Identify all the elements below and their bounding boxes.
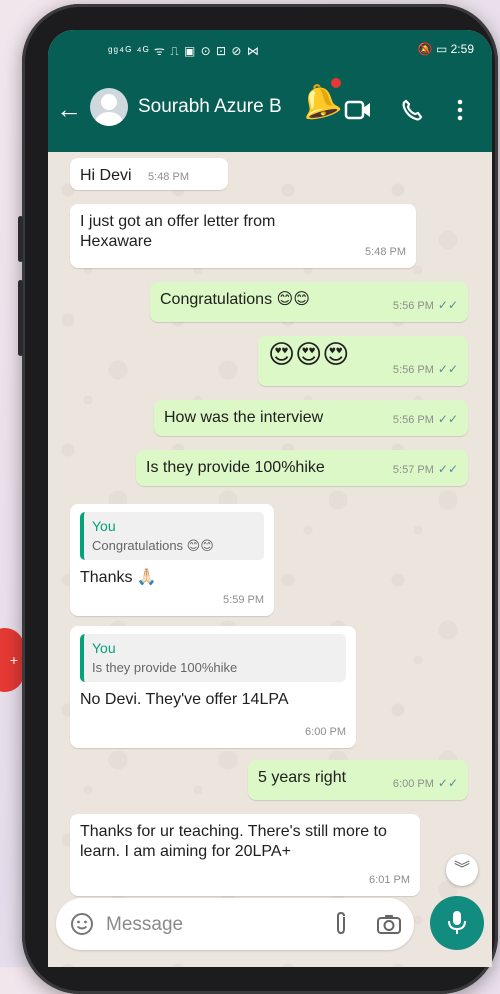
side-float-button[interactable]: + — [0, 628, 24, 692]
nav-recents-icon[interactable]: □ — [354, 962, 366, 967]
message-bubble-outgoing[interactable]: Congratulations 😊😊 5:56 PM ✓✓ — [150, 282, 468, 322]
more-options-icon[interactable] — [456, 98, 464, 122]
message-time: 6:00 PM — [305, 726, 346, 738]
message-text: No Devi. They've offer 14LPA — [80, 691, 289, 708]
message-text: 5 years right — [258, 769, 347, 786]
message-time: 5:56 PM — [392, 414, 434, 426]
quote-text: Congratulations 😊😊 — [92, 538, 214, 553]
message-text: 😍😍😍 — [268, 339, 350, 369]
message-composer[interactable] — [56, 898, 414, 950]
message-text: How was the interview — [164, 409, 324, 426]
attach-paperclip-icon[interactable] — [332, 911, 350, 937]
chat-area[interactable]: Hi Devi 5:48 PM I just got an offer lett… — [48, 152, 492, 896]
microphone-icon — [448, 911, 466, 934]
message-bubble-incoming-reply[interactable]: You Congratulations 😊😊 Thanks 🙏🏻 5:59 PM — [70, 504, 274, 616]
system-nav-bar: ◁ ○ □ — [48, 962, 492, 967]
message-text: Hi Devi — [80, 167, 132, 184]
message-text: Is they provide 100%hike — [146, 459, 325, 476]
message-time: 5:56 PM — [392, 364, 434, 376]
status-battery-time: 🔕 ▭ 2:59 — [417, 42, 474, 56]
message-bubble-incoming-reply[interactable]: You Is they provide 100%hike No Devi. Th… — [70, 626, 356, 748]
chat-header: ← Sourabh Azure B 🔔 — [48, 70, 492, 152]
double-chevron-down-icon: ︾ — [453, 861, 470, 878]
contact-name[interactable]: Sourabh Azure B — [138, 96, 282, 118]
status-bar: ᵍᵍ⁴ᴳ ⁴ᴳ ᯤ ⎍ ▣ ⊙ ⊡ ⊘ ⋈ 🔕 ▭ 2:59 — [48, 30, 492, 70]
voice-call-icon[interactable] — [400, 98, 424, 122]
read-ticks-icon: ✓✓ — [437, 362, 458, 376]
message-time: 5:59 PM — [223, 594, 264, 606]
message-text: Thanks 🙏🏻 — [80, 569, 157, 586]
quoted-message[interactable]: You Congratulations 😊😊 — [80, 512, 264, 560]
quote-text: Is they provide 100%hike — [92, 660, 238, 675]
message-input[interactable] — [104, 908, 318, 942]
volume-down-button — [18, 280, 23, 356]
message-text: Congratulations 😊😊 — [160, 291, 310, 308]
message-time: 6:01 PM — [369, 874, 410, 886]
side-float-label: + — [9, 652, 18, 668]
message-time: 5:56 PM — [392, 300, 434, 312]
nav-back-icon[interactable]: ◁ — [160, 962, 175, 967]
notification-dot — [331, 78, 341, 88]
read-ticks-icon: ✓✓ — [437, 412, 458, 426]
message-bubble-incoming[interactable]: Thanks for ur teaching. There's still mo… — [70, 814, 420, 896]
message-bubble-outgoing[interactable]: Is they provide 100%hike 5:57 PM ✓✓ — [136, 450, 468, 486]
quote-author: You — [92, 640, 116, 656]
emoji-icon[interactable] — [70, 912, 94, 936]
message-text: I just got an offer letter from Hexaware — [80, 213, 276, 250]
quoted-message[interactable]: You Is they provide 100%hike — [80, 634, 346, 682]
phone-screen: ᵍᵍ⁴ᴳ ⁴ᴳ ᯤ ⎍ ▣ ⊙ ⊡ ⊘ ⋈ 🔕 ▭ 2:59 ← Sourabh… — [48, 30, 492, 967]
message-bubble-outgoing[interactable]: 5 years right 6:00 PM ✓✓ — [248, 760, 468, 800]
message-bubble-outgoing[interactable]: How was the interview 5:56 PM ✓✓ — [154, 400, 468, 436]
nav-home-icon[interactable]: ○ — [260, 962, 272, 967]
message-bubble-outgoing[interactable]: 😍😍😍 5:56 PM ✓✓ — [258, 336, 468, 386]
video-call-icon[interactable] — [344, 98, 372, 122]
back-arrow-icon[interactable]: ← — [56, 94, 82, 124]
camera-icon[interactable] — [376, 912, 402, 936]
contact-avatar[interactable] — [90, 88, 128, 126]
read-ticks-icon: ✓✓ — [437, 298, 458, 312]
read-ticks-icon: ✓✓ — [437, 462, 458, 476]
volume-up-button — [18, 216, 23, 262]
message-bubble-incoming[interactable]: Hi Devi 5:48 PM — [70, 158, 228, 190]
message-bubble-incoming[interactable]: I just got an offer letter from Hexaware… — [70, 204, 416, 268]
read-ticks-icon: ✓✓ — [437, 776, 458, 790]
message-text: Thanks for ur teaching. There's still mo… — [80, 823, 387, 860]
quote-author: You — [92, 518, 116, 534]
message-time: 6:00 PM — [392, 778, 434, 790]
scroll-down-button[interactable]: ︾ — [446, 854, 478, 886]
mic-button[interactable] — [430, 896, 484, 950]
message-time: 5:57 PM — [392, 464, 434, 476]
message-time: 5:48 PM — [365, 246, 406, 258]
message-time: 5:48 PM — [148, 171, 189, 183]
status-icons: ᵍᵍ⁴ᴳ ⁴ᴳ ᯤ ⎍ ▣ ⊙ ⊡ ⊘ ⋈ — [108, 44, 260, 58]
